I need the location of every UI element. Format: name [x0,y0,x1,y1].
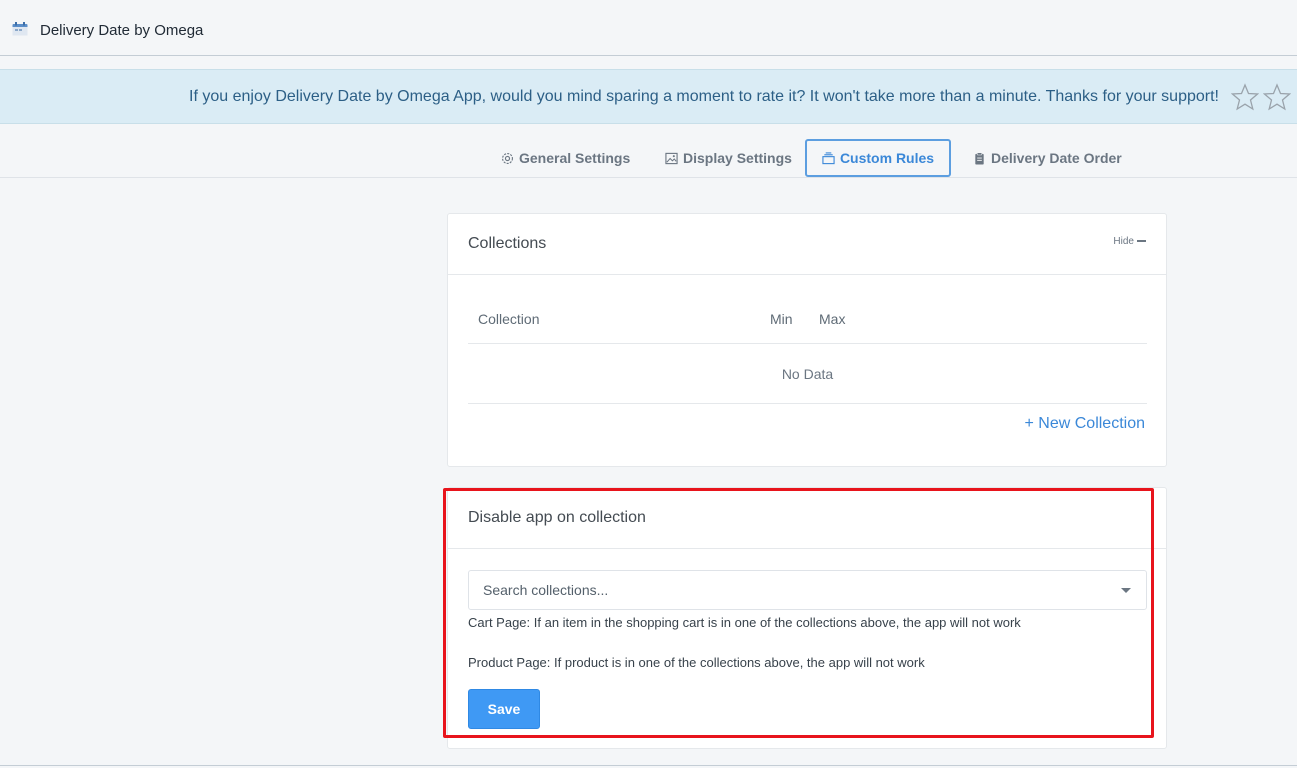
tab-general-settings[interactable]: General Settings [491,139,640,177]
save-button[interactable]: Save [468,689,540,729]
empty-state-row: No Data [468,344,1147,404]
rating-banner-text: If you enjoy Delivery Date by Omega App,… [189,87,1219,105]
hide-toggle[interactable]: Hide [1113,236,1146,247]
stack-icon [822,151,835,164]
app-header: Delivery Date by Omega [0,6,1297,56]
collections-card-header: Collections Hide [448,214,1166,275]
card-title: Disable app on collection [468,509,646,526]
disable-app-card-header: Disable app on collection [448,488,1166,549]
app-title: Delivery Date by Omega [40,22,204,39]
collections-table: Collection Min Max No Data [468,304,1147,404]
clipboard-icon [975,151,984,165]
tab-display-settings[interactable]: Display Settings [655,139,802,177]
tab-delivery-date-order[interactable]: Delivery Date Order [963,139,1132,177]
hide-label: Hide [1113,235,1134,247]
tab-label: General Settings [519,150,631,166]
rating-banner: If you enjoy Delivery Date by Omega App,… [0,69,1297,124]
search-collections-select[interactable]: Search collections... [468,570,1147,610]
cart-page-help-text: Cart Page: If an item in the shopping ca… [468,615,1021,630]
collections-card: Collections Hide Collection Min Max No D… [447,213,1167,467]
tab-custom-rules[interactable]: Custom Rules [805,139,951,177]
calendar-icon [12,21,28,36]
divider [0,765,1297,766]
column-header-min: Min [770,311,793,327]
tab-label: Display Settings [683,150,792,166]
minus-icon [1137,240,1146,242]
search-collections-placeholder: Search collections... [483,582,609,598]
settings-tabs: General Settings Display Settings Custom… [0,124,1297,178]
empty-state-text: No Data [781,365,834,382]
product-page-help-text: Product Page: If product is in one of th… [468,655,925,670]
card-title: Collections [468,235,547,252]
tab-label: Delivery Date Order [991,150,1122,166]
column-header-collection: Collection [478,311,540,327]
star-outline-icon[interactable] [1262,82,1292,111]
tab-label: Custom Rules [839,150,935,166]
star-outline-icon[interactable] [1230,82,1260,111]
chevron-down-icon [1121,588,1131,593]
column-header-max: Max [819,311,846,327]
table-header-row: Collection Min Max [468,304,1147,344]
image-icon [665,152,678,164]
disable-app-card: Disable app on collection Search collect… [447,487,1167,749]
gear-icon [502,152,513,164]
new-collection-link[interactable]: + New Collection [1025,415,1146,433]
